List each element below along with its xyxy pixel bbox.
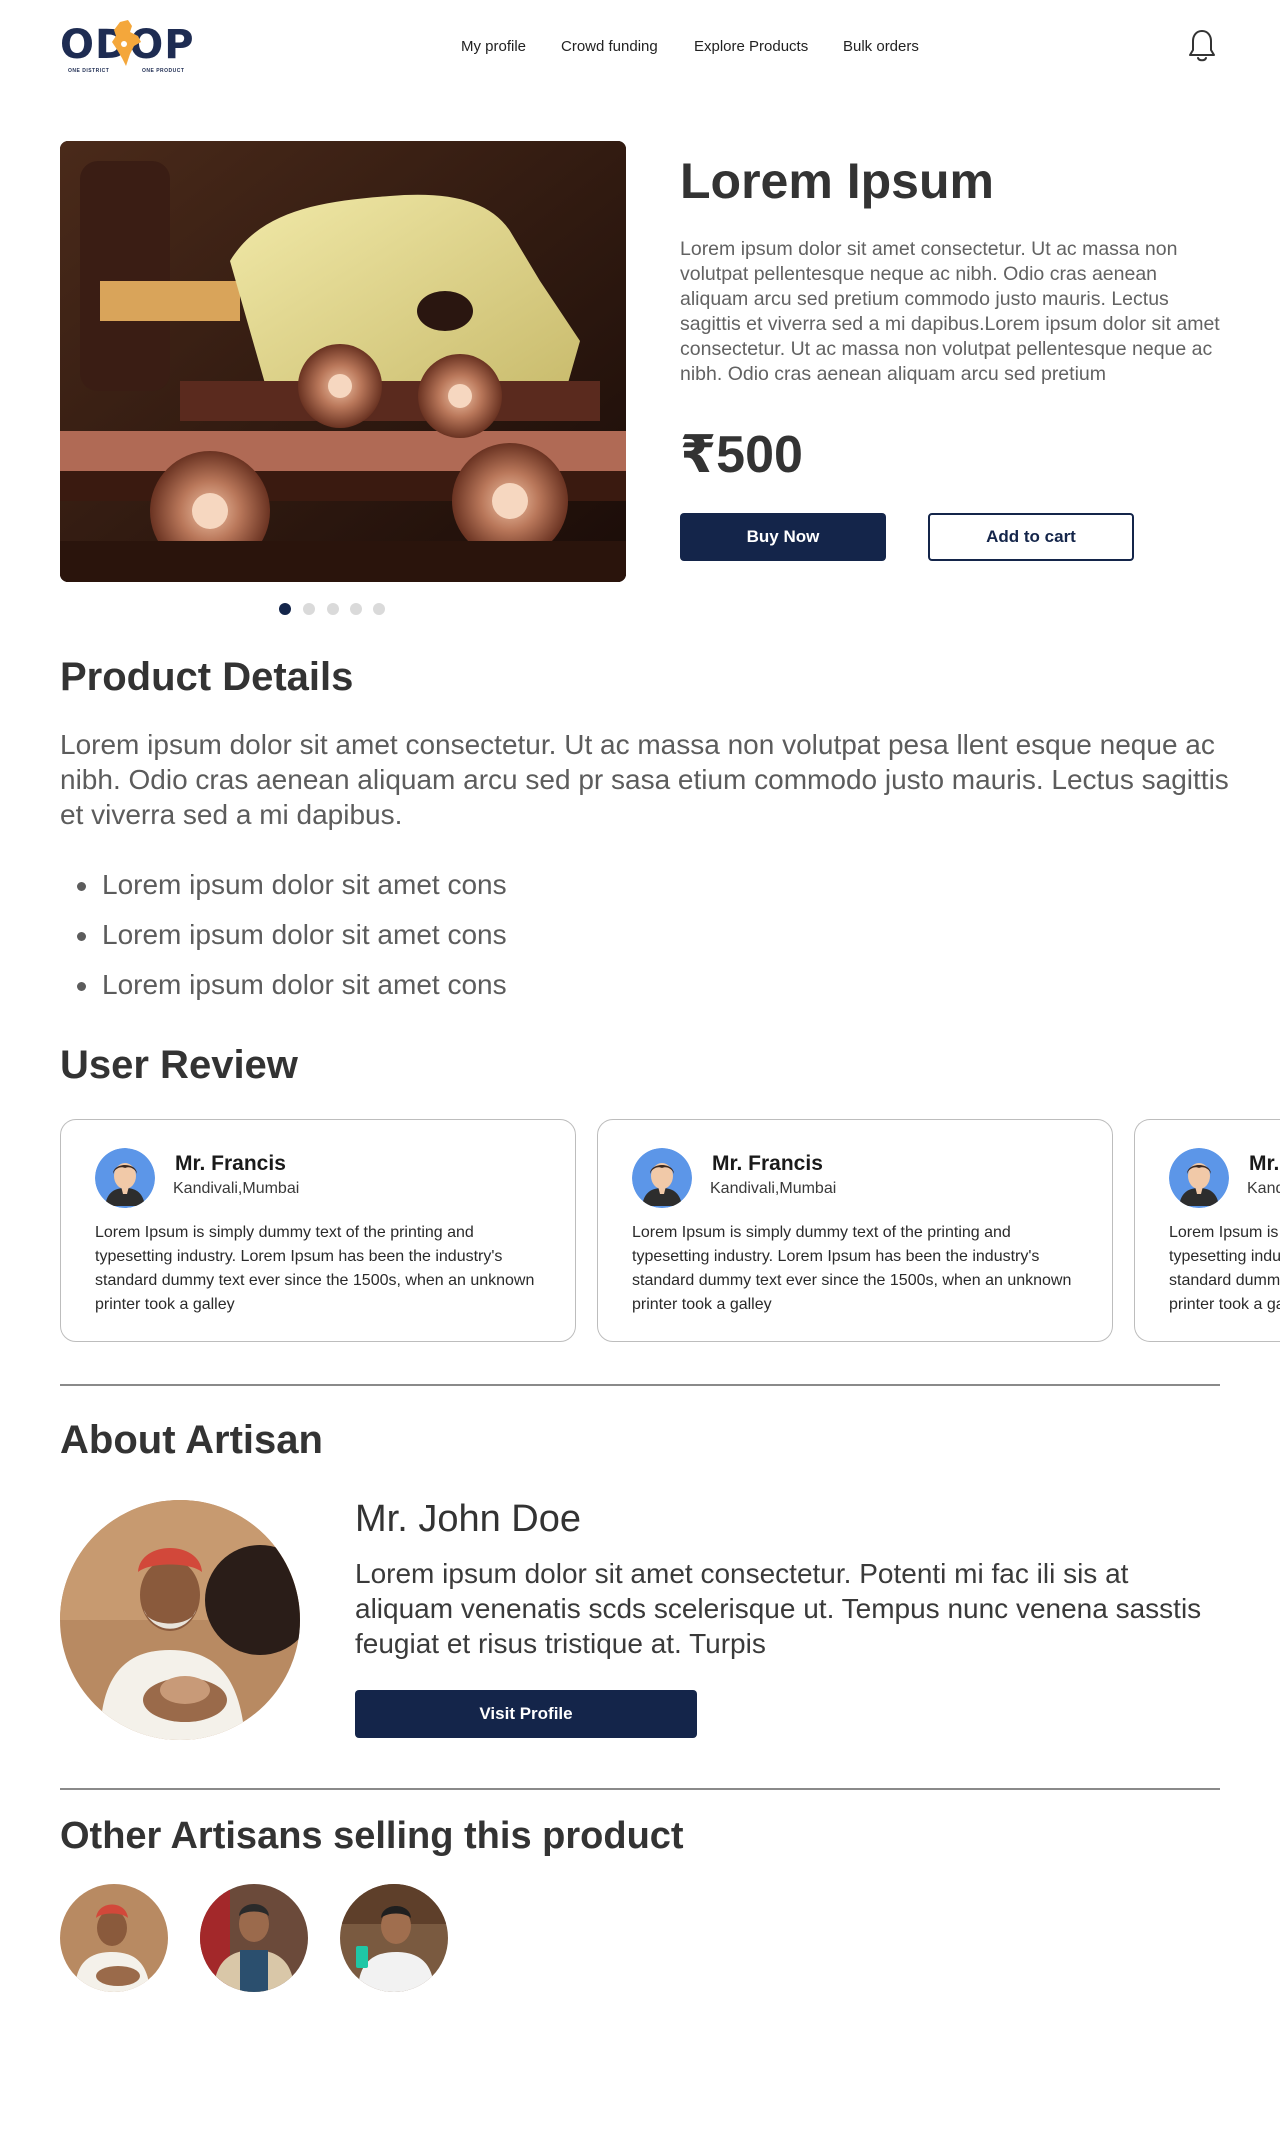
visit-profile-button[interactable]: Visit Profile (355, 1690, 697, 1738)
other-artisan-avatar[interactable] (340, 1884, 448, 1992)
product-description: Lorem ipsum dolor sit amet consectetur. … (680, 238, 1220, 385)
product-details-heading: Product Details (60, 655, 354, 699)
reviewer-location: Kandivali,Mumbai (710, 1180, 837, 1197)
product-details-text: Lorem ipsum dolor sit amet consectetur. … (60, 729, 1229, 830)
list-item: Lorem ipsum dolor sit amet cons (60, 860, 760, 910)
add-to-cart-button[interactable]: Add to cart (928, 513, 1134, 561)
carousel-dots (279, 603, 389, 617)
section-divider (60, 1384, 1220, 1386)
section-divider (60, 1788, 1220, 1790)
reviewer-location: Kandivali,Mumbai (173, 1180, 300, 1197)
list-item: Lorem ipsum dolor sit amet cons (60, 960, 760, 1010)
bell-icon[interactable] (1186, 28, 1218, 64)
avatar (1169, 1148, 1229, 1208)
carousel-dot[interactable] (327, 603, 339, 615)
carousel-dot[interactable] (279, 603, 291, 615)
artisan-photo (60, 1500, 300, 1740)
product-title: Lorem Ipsum (680, 153, 994, 209)
other-artisans-heading: Other Artisans selling this product (60, 1815, 684, 1857)
header: ODOP ONE DISTRICT ONE PRODUCT My profile… (0, 0, 1280, 100)
user-review-heading: User Review (60, 1043, 298, 1087)
carousel-dot[interactable] (373, 603, 385, 615)
nav-bulk-orders[interactable]: Bulk orders (843, 38, 919, 55)
other-artisan-avatar[interactable] (60, 1884, 168, 1992)
nav-explore-products[interactable]: Explore Products (694, 38, 808, 55)
reviewer-name: Mr. Francis (712, 1152, 823, 1175)
nav-my-profile[interactable]: My profile (461, 38, 526, 55)
review-card: Mr. Francis Kandivali,Mumbai Lorem Ipsum… (1134, 1119, 1280, 1342)
nav-crowd-funding[interactable]: Crowd funding (561, 38, 658, 55)
logo-tagline-left: ONE DISTRICT (68, 68, 110, 74)
review-text: Lorem Ipsum is simply dummy text of the … (95, 1224, 535, 1313)
carousel-dot[interactable] (350, 603, 362, 615)
logo-tagline-right: ONE PRODUCT (142, 68, 185, 74)
avatar (632, 1148, 692, 1208)
other-artisan-avatar[interactable] (200, 1884, 308, 1992)
review-card: Mr. Francis Kandivali,Mumbai Lorem Ipsum… (60, 1119, 576, 1342)
artisan-name: Mr. John Doe (355, 1498, 581, 1540)
product-details-list: Lorem ipsum dolor sit amet cons Lorem ip… (60, 860, 760, 1010)
review-card: Mr. Francis Kandivali,Mumbai Lorem Ipsum… (597, 1119, 1113, 1342)
about-artisan-heading: About Artisan (60, 1418, 323, 1462)
review-text: Lorem Ipsum is simply dummy text of the … (632, 1224, 1072, 1313)
main-nav: My profile Crowd funding Explore Product… (0, 38, 1280, 58)
product-price: ₹500 (680, 426, 803, 484)
wooden-toy-truck-image (60, 141, 626, 582)
reviewer-name: Mr. Francis (1249, 1152, 1280, 1175)
artisan-bio: Lorem ipsum dolor sit amet consectetur. … (355, 1558, 1202, 1659)
reviewer-name: Mr. Francis (175, 1152, 286, 1175)
avatar (95, 1148, 155, 1208)
buy-now-button[interactable]: Buy Now (680, 513, 886, 561)
carousel-dot[interactable] (303, 603, 315, 615)
reviewer-location: Kandivali,Mumbai (1247, 1180, 1280, 1197)
product-image[interactable] (60, 141, 626, 582)
list-item: Lorem ipsum dolor sit amet cons (60, 910, 760, 960)
review-text: Lorem Ipsum is simply dummy text of the … (1169, 1224, 1280, 1313)
